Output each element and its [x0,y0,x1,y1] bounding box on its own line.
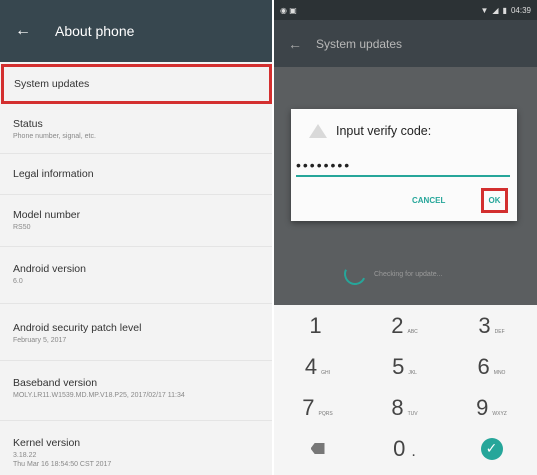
status-time: 04:39 [510,5,531,15]
page-title: About phone [55,23,135,39]
settings-item-label: Status [13,118,43,130]
notification-icons: ◉ ▣ [280,5,297,15]
settings-item-summary: Phone number, signal, etc. [13,133,96,140]
ok-button-label: OK [488,196,501,205]
key-8[interactable]: 8 TUV [361,395,448,421]
key-2[interactable]: 2 ABC [361,313,448,339]
settings-item-model-number[interactable]: Model number RS50 [0,195,272,247]
about-phone-screen: ← About phone System updates Status Phon… [0,0,272,475]
settings-item-summary: MOLY.LR11.W1539.MD.MP.V18.P25, 2017/02/1… [13,392,185,399]
app-bar: ← About phone [0,0,272,62]
settings-item-summary: RS50 [13,224,31,231]
settings-item-label: System updates [14,78,90,90]
settings-item-kernel-version[interactable]: Kernel version 3.18.22 Thu Mar 16 18:54:… [0,421,272,475]
checking-text: Checking for update... [374,270,443,278]
settings-item-system-updates[interactable]: System updates [1,64,272,104]
battery-icon: ▮ [502,5,507,15]
settings-item-label: Model number [13,209,81,221]
app-bar: ← System updates [274,20,537,67]
loading-spinner-icon [340,259,370,289]
signal-icon: ◢ [492,5,499,15]
key-1[interactable]: 1 [274,313,361,339]
backspace-icon [310,443,325,454]
wifi-icon: ▼ [480,5,489,15]
key-4[interactable]: 4 GHI [274,354,361,380]
settings-item-security-patch-level[interactable]: Android security patch level February 5,… [0,304,272,361]
back-arrow-icon[interactable]: ← [288,36,302,52]
page-title: System updates [316,36,403,51]
key-7[interactable]: 7 PQRS [274,395,361,421]
done-check-icon: ✓ [480,437,503,460]
system-updates-screen: ◉ ▣ ▼ ◢ ▮ 04:39 ← System updates Input v… [274,0,537,475]
verify-code-input[interactable]: •••••••• [296,157,510,177]
key-9[interactable]: 9 WXYZ [448,395,535,421]
dialog-title: Input verify code: [309,124,431,138]
settings-item-label: Kernel version [13,437,81,449]
settings-item-summary: February 5, 2017 [13,337,67,344]
verify-code-dialog: Input verify code: •••••••• CANCEL OK [291,109,517,221]
status-bar: ◉ ▣ ▼ ◢ ▮ 04:39 [274,0,537,20]
back-arrow-icon[interactable]: ← [15,22,43,40]
settings-item-status[interactable]: Status Phone number, signal, etc. [0,104,272,154]
settings-item-baseband-version[interactable]: Baseband version MOLY.LR11.W1539.MD.MP.V… [0,361,272,421]
warning-icon [309,124,327,138]
key-3[interactable]: 3 DEF [448,313,535,339]
checking-indicator: Checking for update... [340,259,443,289]
key-6[interactable]: 6 MNO [448,354,535,380]
backspace-key[interactable] [274,443,361,454]
settings-item-label: Android version [13,263,86,275]
settings-item-legal-information[interactable]: Legal information [0,154,272,195]
settings-item-label: Android security patch level [13,322,142,334]
numeric-keypad: 1 2 ABC 3 DEF 4 GHI 5 JKL 6 MNO 7 PQRS 8 TUV 9W… [274,305,537,475]
settings-item-label: Baseband version [13,377,98,389]
settings-item-android-version[interactable]: Android version 6.0 [0,247,272,304]
key-5[interactable]: 5 JKL [361,354,448,380]
cancel-button[interactable]: CANCEL [412,196,445,205]
ok-button[interactable]: OK [481,188,508,213]
settings-item-label: Legal information [13,168,94,180]
settings-item-summary: 3.18.22 Thu Mar 16 18:54:50 CST 2017 [13,452,112,468]
key-0[interactable]: 0. [361,436,448,462]
dialog-title-text: Input verify code: [336,124,432,138]
done-key[interactable]: ✓ [448,437,535,460]
settings-item-summary: 6.0 [13,278,23,285]
